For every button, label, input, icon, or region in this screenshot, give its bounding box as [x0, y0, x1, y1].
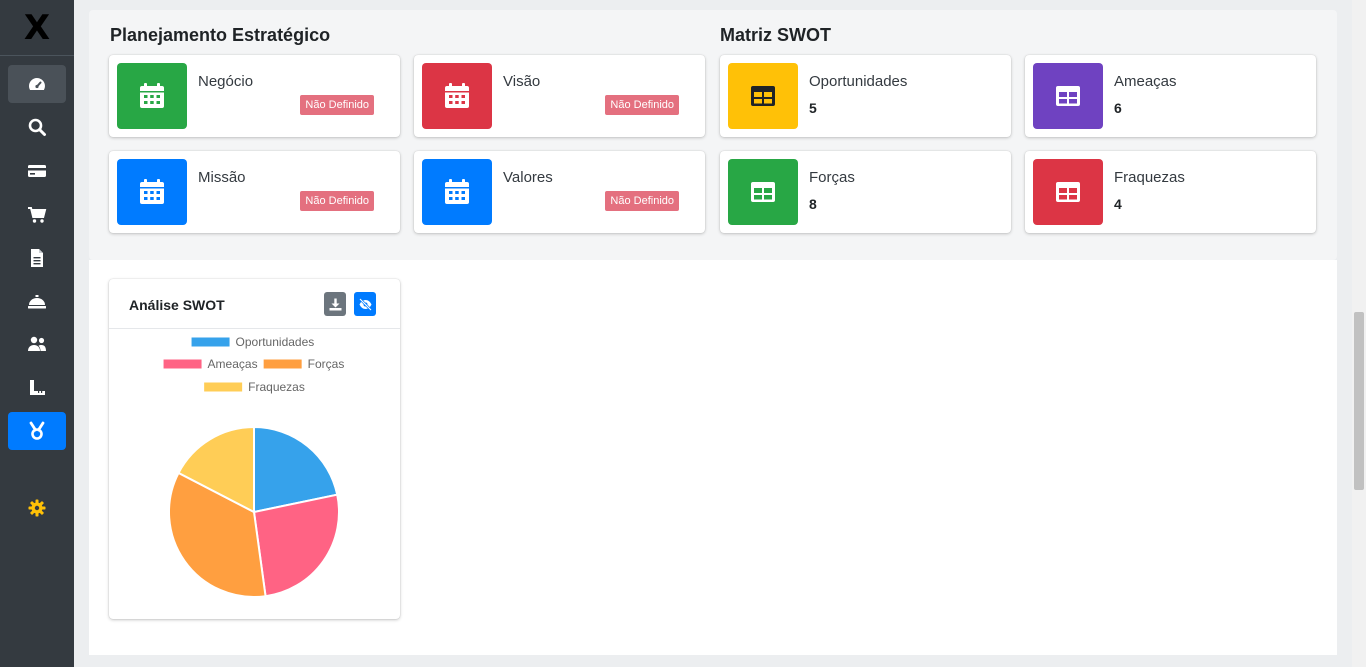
page-scrollbar[interactable]	[1352, 0, 1366, 667]
sidebar-item-measures[interactable]	[8, 369, 66, 407]
swot-count: 4	[1114, 196, 1122, 212]
sidebar-item-settings[interactable]	[8, 489, 66, 527]
credit-card-icon	[28, 165, 46, 177]
table-icon	[728, 159, 798, 225]
legend-swatch[interactable]	[263, 359, 302, 369]
planning-box-missao[interactable]: Missão Não Definido	[109, 151, 400, 233]
status-badge: Não Definido	[300, 191, 374, 211]
planning-box-negocio[interactable]: Negócio Não Definido	[109, 55, 400, 137]
swot-box-oportunidades[interactable]: Oportunidades 5	[720, 55, 1011, 137]
logo-text: X	[23, 7, 51, 48]
sidebar-item-swot[interactable]	[8, 412, 66, 450]
table-icon	[1033, 63, 1103, 129]
planning-box-valores[interactable]: Valores Não Definido	[414, 151, 705, 233]
status-badge: Não Definido	[605, 95, 679, 115]
tachometer-icon	[29, 78, 45, 90]
table-icon	[728, 63, 798, 129]
calendar-icon	[117, 63, 187, 129]
planning-label: Visão	[503, 73, 541, 90]
planning-label: Valores	[503, 169, 553, 186]
status-badge: Não Definido	[605, 191, 679, 211]
chart-area: Oportunidades Ameaças Forças Fraquezas	[109, 330, 400, 619]
swot-title: Matriz SWOT	[720, 25, 831, 45]
swot-count: 8	[809, 196, 817, 212]
swot-analysis-card: Análise SWOT Oportunidades Ameaças Forças F…	[109, 279, 400, 619]
sidebar-item-users[interactable]	[8, 325, 66, 363]
eye-slash-icon	[358, 297, 372, 311]
search-icon	[28, 118, 46, 136]
file-icon	[31, 249, 43, 267]
table-icon	[1033, 159, 1103, 225]
swot-label: Oportunidades	[809, 73, 908, 90]
sidebar-item-services[interactable]	[8, 282, 66, 320]
download-button[interactable]	[324, 292, 346, 316]
legend-swatch[interactable]	[163, 359, 202, 369]
swot-box-forcas[interactable]: Forças 8	[720, 151, 1011, 233]
legend-label[interactable]: Oportunidades	[236, 335, 315, 349]
swot-box-ameacas[interactable]: Ameaças 6	[1025, 55, 1316, 137]
pie-slice[interactable]	[252, 493, 340, 598]
users-icon	[28, 336, 46, 351]
calendar-icon	[422, 159, 492, 225]
status-badge: Não Definido	[300, 95, 374, 115]
legend-swatch[interactable]	[191, 337, 230, 347]
sidebar: X	[0, 0, 74, 667]
swot-icon	[29, 421, 45, 440]
swot-label: Forças	[809, 169, 855, 186]
sidebar-item-dashboard[interactable]	[8, 65, 66, 103]
sidebar-item-sales[interactable]	[8, 196, 66, 234]
planning-title: Planejamento Estratégico	[110, 25, 331, 45]
card-header: Análise SWOT	[109, 279, 400, 329]
swot-label: Ameaças	[1114, 73, 1177, 90]
sidebar-item-documents[interactable]	[8, 239, 66, 277]
planning-box-visao[interactable]: Visão Não Definido	[414, 55, 705, 137]
calendar-icon	[117, 159, 187, 225]
download-icon	[329, 298, 341, 310]
ruler-icon	[30, 380, 45, 395]
legend-swatch[interactable]	[204, 382, 243, 392]
shopping-cart-icon	[28, 207, 47, 223]
planning-label: Missão	[198, 169, 246, 186]
card-title: Análise SWOT	[129, 297, 225, 313]
legend-label[interactable]: Fraquezas	[248, 380, 305, 394]
sidebar-item-search[interactable]	[8, 108, 66, 146]
swot-box-fraquezas[interactable]: Fraquezas 4	[1025, 151, 1316, 233]
gear-icon	[28, 499, 46, 517]
swot-count: 6	[1114, 100, 1122, 116]
swot-label: Fraquezas	[1114, 169, 1185, 186]
concierge-bell-icon	[28, 295, 46, 309]
swot-pie-chart: Oportunidades Ameaças ForçasFraquezas	[163, 335, 345, 598]
legend-label[interactable]: Forças	[308, 357, 345, 371]
swot-count: 5	[809, 100, 817, 116]
planning-label: Negócio	[198, 73, 254, 90]
calendar-icon	[422, 63, 492, 129]
sidebar-item-finance[interactable]	[8, 152, 66, 190]
brand-logo[interactable]: X	[0, 0, 74, 56]
scrollbar-thumb[interactable]	[1354, 312, 1364, 490]
legend-label[interactable]: Ameaças	[208, 357, 258, 371]
toggle-visibility-button[interactable]	[354, 292, 376, 316]
